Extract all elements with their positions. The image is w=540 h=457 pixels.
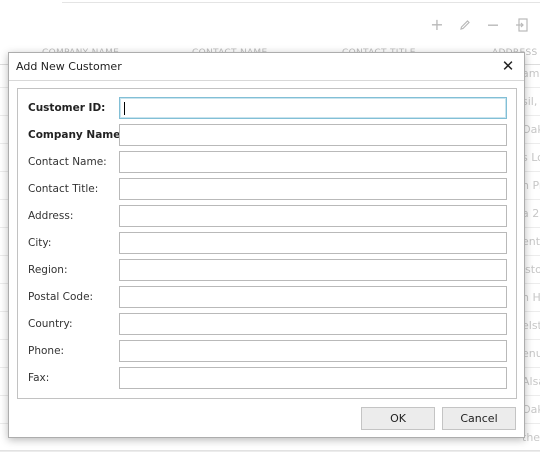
country-field[interactable] xyxy=(119,313,507,335)
form-row-company-name: Company Name: xyxy=(18,124,516,147)
dialog-title: Add New Customer xyxy=(16,60,122,73)
minus-icon[interactable] xyxy=(482,14,504,36)
region-label: Region: xyxy=(28,264,68,276)
fax-field[interactable] xyxy=(119,367,507,389)
export-icon[interactable] xyxy=(510,14,532,36)
postal-code-field[interactable] xyxy=(119,286,507,308)
country-label: Country: xyxy=(28,318,73,330)
background-toolbar: + xyxy=(426,14,532,36)
cancel-button[interactable]: Cancel xyxy=(442,407,516,430)
customer-id-label: Customer ID: xyxy=(28,102,106,114)
company-name-label: Company Name: xyxy=(28,129,125,141)
postal-code-label: Postal Code: xyxy=(28,291,94,303)
region-field[interactable] xyxy=(119,259,507,281)
phone-field[interactable] xyxy=(119,340,507,362)
company-name-field[interactable] xyxy=(119,124,507,146)
form-row-region: Region: xyxy=(18,259,516,282)
form-row-country: Country: xyxy=(18,313,516,336)
form-row-contact-name: Contact Name: xyxy=(18,151,516,174)
form-row-phone: Phone: xyxy=(18,340,516,363)
fax-label: Fax: xyxy=(28,372,50,384)
dialog-header[interactable]: Add New Customer ✕ xyxy=(9,53,524,81)
form-row-city: City: xyxy=(18,232,516,255)
contact-name-field[interactable] xyxy=(119,151,507,173)
form-row-customer-id: Customer ID: xyxy=(18,97,516,120)
address-label: Address: xyxy=(28,210,74,222)
form-row-contact-title: Contact Title: xyxy=(18,178,516,201)
address-field[interactable] xyxy=(119,205,507,227)
form-row-address: Address: xyxy=(18,205,516,228)
background-bottom-divider xyxy=(0,450,540,451)
ok-button[interactable]: OK xyxy=(361,407,435,430)
customer-id-field[interactable] xyxy=(119,97,507,119)
city-label: City: xyxy=(28,237,52,249)
phone-label: Phone: xyxy=(28,345,65,357)
customer-form: Customer ID: Company Name: Contact Name:… xyxy=(17,88,517,399)
close-icon[interactable]: ✕ xyxy=(500,57,516,75)
form-row-fax: Fax: xyxy=(18,367,516,390)
city-field[interactable] xyxy=(119,232,507,254)
text-caret xyxy=(124,102,125,115)
contact-title-field[interactable] xyxy=(119,178,507,200)
contact-title-label: Contact Title: xyxy=(28,183,99,195)
form-row-postal-code: Postal Code: xyxy=(18,286,516,309)
pencil-icon[interactable] xyxy=(454,14,476,36)
plus-icon[interactable]: + xyxy=(426,14,448,36)
contact-name-label: Contact Name: xyxy=(28,156,107,168)
background-top-divider xyxy=(62,0,540,3)
add-customer-dialog: Add New Customer ✕ Customer ID: Company … xyxy=(8,52,525,438)
page: + COMPANY NAME CONTACT NAME CONTACT TITL… xyxy=(0,0,540,457)
